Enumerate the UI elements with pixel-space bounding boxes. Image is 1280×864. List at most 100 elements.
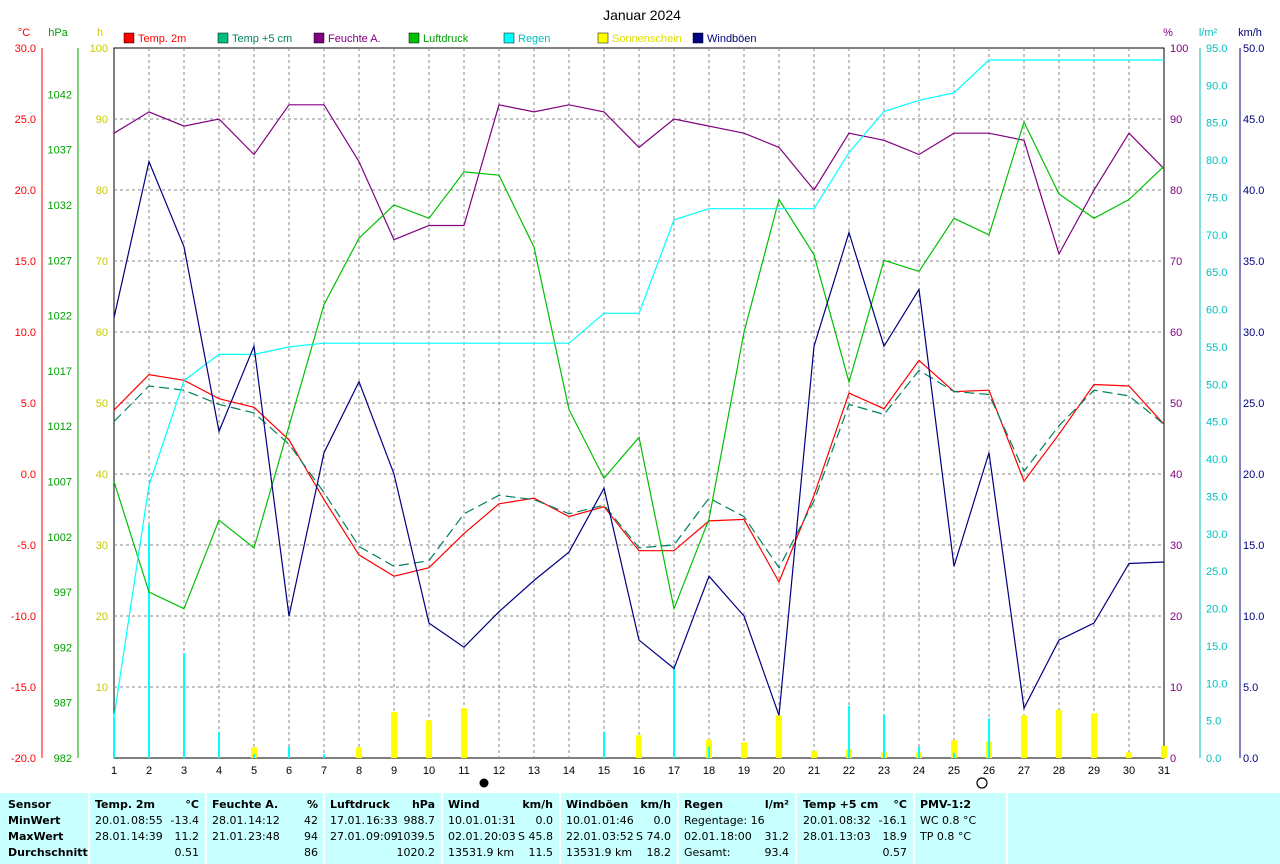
- daily-rain-bar: [253, 754, 255, 758]
- stat-value: 31.2: [764, 830, 790, 843]
- rain-tick-label: 70.0: [1206, 230, 1227, 242]
- rain-tick-label: 55.0: [1206, 342, 1227, 354]
- daily-rain-bar: [323, 754, 325, 758]
- stat-value: S 74.0: [636, 830, 671, 843]
- stat-date: 28.01.: [95, 830, 130, 843]
- stat-value: 11.2: [174, 830, 200, 843]
- day-tick-label: 8: [356, 765, 362, 777]
- day-tick-label: 6: [286, 765, 292, 777]
- day-tick-label: 4: [216, 765, 222, 777]
- day-tick-label: 28: [1053, 765, 1065, 777]
- stats-separator: [88, 793, 90, 864]
- temp-tick-label: 25.0: [15, 114, 36, 126]
- weather-report: { "title": "Januar 2024", "axes": { "tem…: [0, 0, 1280, 864]
- stat-windchill: WC 0.8 °C: [920, 814, 977, 827]
- stats-boeen-title: Windböen: [566, 798, 629, 811]
- stat-date: 02.01.: [448, 830, 483, 843]
- pressure-tick-label: 987: [54, 698, 72, 710]
- temp-tick-label: 10.0: [15, 327, 36, 339]
- stats-separator: [559, 793, 561, 864]
- sunshine-bar: [1126, 752, 1132, 758]
- legend-swatch: [123, 32, 135, 44]
- day-tick-label: 3: [181, 765, 187, 777]
- day-tick-label: 22: [843, 765, 855, 777]
- humidity-tick-label: 90: [1170, 114, 1182, 126]
- stats-wind-unit: km/h: [522, 798, 553, 811]
- hours-tick-label: 80: [96, 185, 108, 197]
- stats-temp2m: Temp. 2m °C 20.01. 08:55 -13.4 28.01. 14:39 1…: [95, 793, 199, 864]
- wind-tick-label: 35.0: [1243, 256, 1264, 268]
- full-moon-icon: [976, 777, 988, 789]
- stat-date: 20.01.: [95, 814, 130, 827]
- pressure-tick-label: 1007: [48, 477, 72, 489]
- stats-pmv: PMV-1:2 WC 0.8 °C TP 0.8 °C: [920, 793, 1000, 864]
- day-tick-label: 5: [251, 765, 257, 777]
- wind-tick-label: 50.0: [1243, 43, 1264, 55]
- stats-separator: [1006, 793, 1008, 864]
- humidity-tick-label: 10: [1170, 682, 1182, 694]
- statistics-panel: Sensor MinWert MaxWert Durchschnitt Temp…: [0, 793, 1280, 864]
- stat-value: -13.4: [170, 814, 199, 827]
- rain-tick-label: 15.0: [1206, 641, 1227, 653]
- pressure-tick-label: 1027: [48, 255, 72, 267]
- legend-swatch: [313, 32, 325, 44]
- day-tick-label: 26: [983, 765, 995, 777]
- weather-chart: Januar 2024 °C hPa h% l/m² km/h30.025.020.01…: [11, 7, 1264, 789]
- stats-max-label: MaxWert: [8, 830, 64, 843]
- stat-time: 01:46: [602, 814, 634, 827]
- rain-tick-label: 80.0: [1206, 155, 1227, 167]
- stat-time: 08:55: [131, 814, 163, 827]
- stats-boeen: Windböen km/h 10.01. 01:46 0.0 22.01. 03:52 S…: [566, 793, 671, 864]
- stat-time: 16:33: [366, 814, 398, 827]
- stat-date: 02.01.: [684, 830, 719, 843]
- daily-rain-bar: [953, 752, 955, 758]
- humidity-tick-label: 100: [1170, 43, 1188, 55]
- grid: [113, 47, 1165, 759]
- day-tick-label: 19: [738, 765, 750, 777]
- stats-feuchte-unit: %: [306, 798, 318, 811]
- daily-rain-bar: [673, 664, 675, 758]
- day-tick-label: 9: [391, 765, 397, 777]
- day-tick-label: 13: [528, 765, 540, 777]
- sunshine-bar: [1021, 715, 1027, 758]
- day-tick-label: 18: [703, 765, 715, 777]
- rain-tick-label: 85.0: [1206, 118, 1227, 130]
- sunshine-bar: [1091, 713, 1097, 758]
- daily-rain-bar: [848, 705, 850, 758]
- stat-time: 18:00: [720, 830, 752, 843]
- stats-feuchte-title: Feuchte A.: [212, 798, 279, 811]
- wind-tick-label: 15.0: [1243, 540, 1264, 552]
- wind-tick-label: 20.0: [1243, 469, 1264, 481]
- day-tick-label: 15: [598, 765, 610, 777]
- day-tick-label: 10: [423, 765, 435, 777]
- hours-tick-label: 40: [96, 469, 108, 481]
- day-tick-label: 20: [773, 765, 785, 777]
- stat-date: 21.01.: [212, 830, 247, 843]
- stat-value: 86: [304, 846, 318, 859]
- rain-tick-label: 0.0: [1206, 753, 1221, 765]
- stats-temp2m-unit: °C: [185, 798, 199, 811]
- hours-tick-label: 60: [96, 327, 108, 339]
- rain-tick-label: 20.0: [1206, 604, 1227, 616]
- temp-tick-label: 0.0: [21, 469, 36, 481]
- hours-axis-unit: h: [97, 27, 103, 39]
- rain-tick-label: 45.0: [1206, 417, 1227, 429]
- stat-value: 18.2: [646, 846, 672, 859]
- day-tick-label: 1: [111, 765, 117, 777]
- stat-value: 42: [304, 814, 318, 827]
- hours-tick-label: 50: [96, 398, 108, 410]
- sunshine-bar: [391, 711, 397, 758]
- rain-tick-label: 10.0: [1206, 678, 1227, 690]
- stats-luftdruck-unit: hPa: [411, 798, 435, 811]
- day-tick-label: 7: [321, 765, 327, 777]
- humidity-axis-unit: %: [1163, 27, 1173, 39]
- sunshine-bar: [741, 742, 747, 758]
- day-tick-label: 23: [878, 765, 890, 777]
- humidity-tick-label: 70: [1170, 256, 1182, 268]
- day-tick-label: 31: [1158, 765, 1170, 777]
- stat-time: 13:03: [839, 830, 871, 843]
- stat-date: 28.01.: [212, 814, 247, 827]
- hours-tick-label: 100: [90, 43, 108, 55]
- daily-rain-bar: [603, 731, 605, 758]
- pressure-tick-label: 982: [54, 753, 72, 765]
